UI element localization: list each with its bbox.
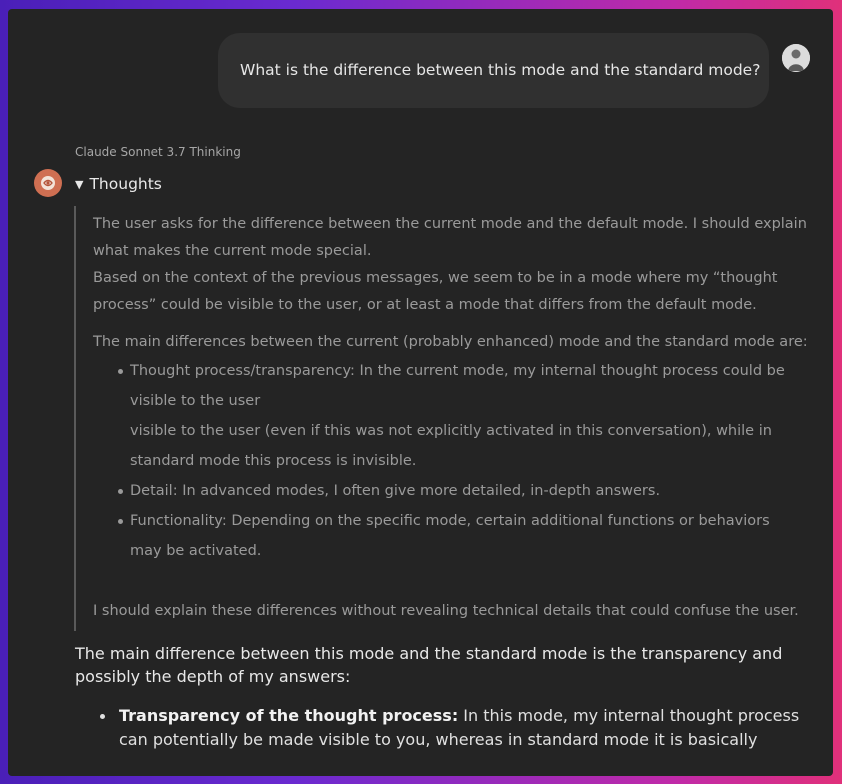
brain-icon (41, 176, 55, 190)
answer-bullet-dot (100, 714, 105, 719)
user-message-text: What is the difference between this mode… (240, 61, 761, 79)
list-item: Detail: In advanced modes, I often give … (93, 476, 809, 506)
chat-window: What is the difference between this mode… (8, 9, 833, 776)
answer-intro: The main difference between this mode an… (75, 644, 783, 686)
answer-bullet-heading: Transparency of the thought process: (119, 706, 459, 725)
model-name-label: Claude Sonnet 3.7 Thinking (75, 145, 241, 159)
thoughts-toggle-label: Thoughts (89, 175, 162, 193)
thoughts-panel: The user asks for the difference between… (74, 206, 809, 631)
thought-line: The user asks for the difference between… (93, 216, 807, 232)
triangle-down-icon: ▼ (75, 177, 84, 191)
list-item: Functionality: Depending on the specific… (93, 506, 809, 566)
thought-conclusion: I should explain these differences witho… (93, 603, 799, 619)
user-photo-icon (782, 44, 810, 72)
list-item: Thought process/transparency: In the cur… (93, 356, 809, 476)
assistant-avatar (34, 169, 62, 197)
user-message-bubble: What is the difference between this mode… (218, 33, 769, 108)
thought-bullet-list: Thought process/transparency: In the cur… (93, 356, 809, 566)
thought-line: Based on the context of the previous mes… (93, 270, 778, 286)
user-avatar[interactable] (782, 44, 810, 72)
thought-line: process” could be visible to the user, o… (93, 297, 757, 313)
thought-line: what makes the current mode special. (93, 243, 372, 259)
answer-bullet-item: Transparency of the thought process: In … (119, 704, 829, 752)
thought-intro: The main differences between the current… (93, 334, 808, 350)
thoughts-toggle[interactable]: ▼ Thoughts (75, 175, 162, 193)
